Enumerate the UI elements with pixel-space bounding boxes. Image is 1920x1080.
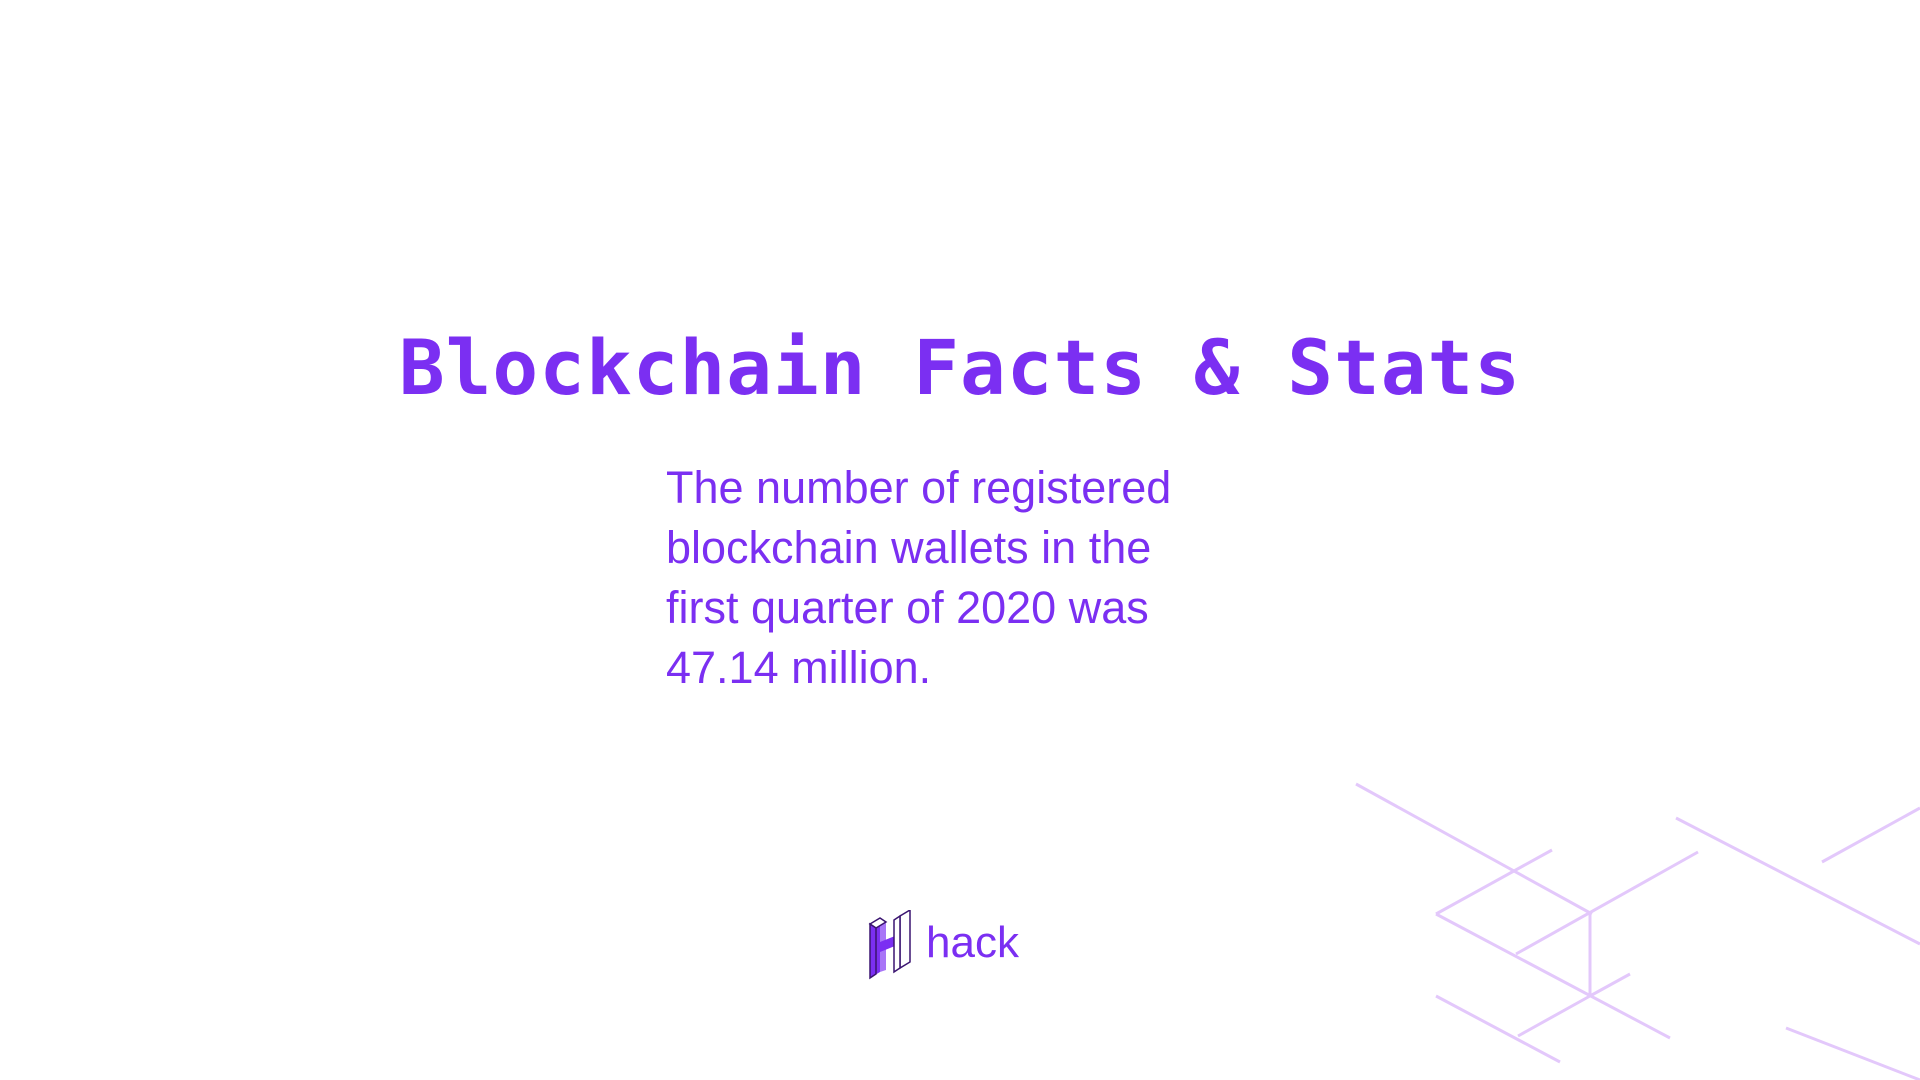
logo-wordmark: hack [926, 918, 1019, 967]
brand-logo: hack [868, 910, 1019, 980]
slide-title: Blockchain Facts & Stats [398, 323, 1522, 412]
decorative-grid-lines [1355, 782, 1920, 1080]
hack-h-logo-icon [868, 910, 911, 980]
fact-text: The number of registered blockchain wall… [666, 462, 1172, 693]
